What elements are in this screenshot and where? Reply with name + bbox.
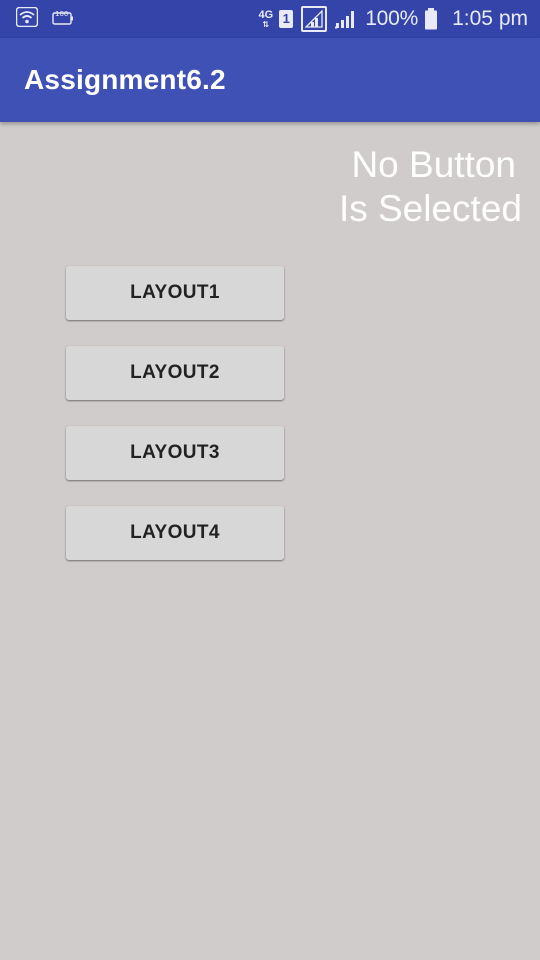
wifi-icon xyxy=(15,6,39,28)
app-title: Assignment6.2 xyxy=(24,64,226,95)
svg-text:100: 100 xyxy=(55,10,68,18)
signal-framed-icon xyxy=(301,6,328,32)
battery-percent: 100% xyxy=(365,7,419,30)
layout3-button[interactable]: LAYOUT3 xyxy=(66,426,284,480)
status-bar-left: 100 xyxy=(15,6,74,28)
clock: 1:05 pm xyxy=(452,7,528,30)
selection-status-line-1: No Button xyxy=(351,144,516,185)
network-type-indicator: 4G ⇅ xyxy=(258,8,274,29)
layout2-button[interactable]: LAYOUT2 xyxy=(66,346,284,400)
status-bar: 100 4G ⇅ 1 100% 1:05 pm xyxy=(0,0,540,38)
battery-saver-icon: 100 xyxy=(52,8,74,26)
signal-icon xyxy=(335,9,357,29)
status-bar-right: 4G ⇅ 1 100% 1:05 pm xyxy=(258,4,528,34)
battery-icon xyxy=(424,8,438,30)
network-type-label: 4G xyxy=(258,8,274,21)
layout4-button[interactable]: LAYOUT4 xyxy=(66,506,284,560)
sim-icon: 1 xyxy=(279,10,294,28)
data-arrows-icon: ⇅ xyxy=(262,19,270,29)
selection-status-text: No Button Is Selected xyxy=(262,143,522,231)
app-bar: Assignment6.2 xyxy=(0,38,540,122)
layout1-button[interactable]: LAYOUT1 xyxy=(66,266,284,320)
selection-status-line-2: Is Selected xyxy=(338,188,522,229)
